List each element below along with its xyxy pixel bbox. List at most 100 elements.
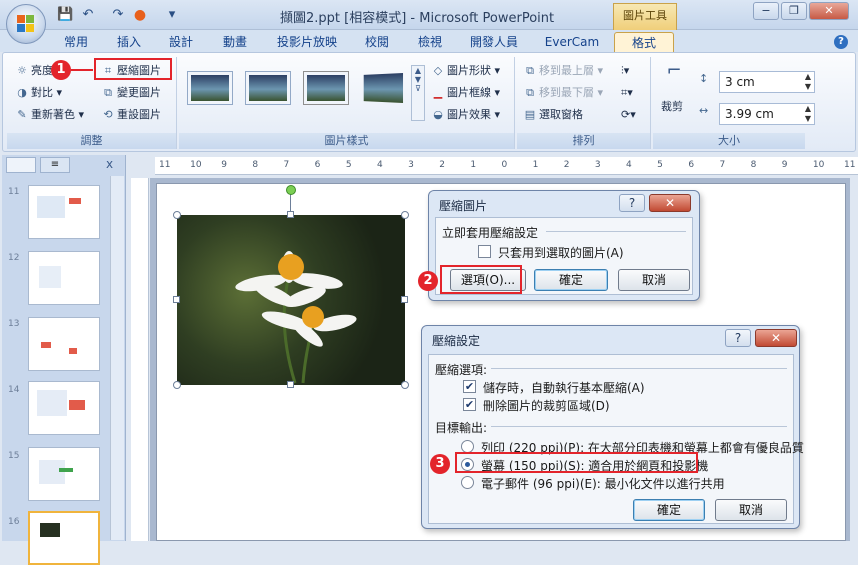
tab-insert[interactable]: 插入 <box>106 32 152 52</box>
slides-tab[interactable] <box>6 157 36 173</box>
tab-view[interactable]: 檢視 <box>408 32 452 52</box>
reset-picture-icon: ⟲ <box>103 108 113 121</box>
save-icon[interactable]: 💾 <box>57 7 73 23</box>
resize-handle[interactable] <box>173 296 180 303</box>
resize-handle[interactable] <box>401 211 409 219</box>
close-dialog-button[interactable]: ✕ <box>649 194 691 212</box>
picture-border-button[interactable]: ▁ 圖片框線 ▾ <box>431 85 500 101</box>
resize-handle[interactable] <box>173 211 181 219</box>
vertical-ruler <box>131 178 149 541</box>
height-input[interactable]: 3 cm ▲ ▼ <box>719 71 815 93</box>
group-arrange-label: 排列 <box>517 133 650 149</box>
contrast-button[interactable]: ◑ 對比 ▾ <box>15 85 62 101</box>
rotate-icon[interactable]: ⟳▾ <box>621 107 636 123</box>
flower-photo[interactable] <box>177 215 405 385</box>
crop-button[interactable]: 裁剪 <box>661 99 683 115</box>
close-dialog-button[interactable]: ✕ <box>755 329 797 347</box>
brightness-icon: ☼ <box>17 64 27 77</box>
minimize-button[interactable]: − <box>753 2 779 20</box>
group-size: ⌐ 裁剪 ↕ 3 cm ▲ ▼ ↔ 3.99 cm ▲ ▼ 大小 <box>653 57 815 149</box>
rotate-handle[interactable] <box>286 185 296 195</box>
record-icon[interactable]: ● <box>132 7 148 23</box>
ruler-tick-label: 6 <box>314 160 321 170</box>
cancel-button[interactable]: 取消 <box>618 269 690 291</box>
slide-thumbnail[interactable] <box>28 381 100 435</box>
selection-pane-button[interactable]: ▤ 選取窗格 <box>523 107 583 123</box>
recolor-button[interactable]: ✎ 重新著色 ▾ <box>15 107 84 123</box>
ruler-tick-label: 6 <box>688 160 695 170</box>
divider <box>546 231 686 232</box>
bring-to-front-button[interactable]: ⧉ 移到最上層 ▾ <box>523 63 603 79</box>
callout-marker-3: 3 <box>430 454 450 474</box>
restore-button[interactable]: ❐ <box>781 2 807 20</box>
group-size-label: 大小 <box>653 133 805 149</box>
slide-thumbnail[interactable] <box>28 447 100 501</box>
tab-animations[interactable]: 動畫 <box>212 32 258 52</box>
slides-pane-scrollbar[interactable] <box>110 176 124 540</box>
customize-qat-icon[interactable]: ▾ <box>164 7 180 23</box>
group-arrange: ⧉ 移到最上層 ▾ ⧉ 移到最下層 ▾ ▤ 選取窗格 ⫶▾ ⌗▾ ⟳▾ 排列 <box>517 57 651 149</box>
resize-handle[interactable] <box>401 381 409 389</box>
window-title: 擷圖2.ppt [相容模式] - Microsoft PowerPoint <box>280 11 555 26</box>
tab-review[interactable]: 校閱 <box>356 32 398 52</box>
tab-design[interactable]: 設計 <box>158 32 204 52</box>
delete-cropped-label: 刪除圖片的裁剪區域(D) <box>483 399 610 413</box>
ruler-tick-label: 11 <box>844 160 856 170</box>
width-spin-icon[interactable]: ▲ ▼ <box>805 104 811 124</box>
tab-developer[interactable]: 開發人員 <box>462 32 526 52</box>
resize-handle[interactable] <box>287 381 294 388</box>
resize-handle[interactable] <box>401 296 408 303</box>
help-icon[interactable]: ? <box>834 35 848 49</box>
style-thumb-3[interactable] <box>303 71 349 105</box>
delete-cropped-checkbox[interactable]: ✔ <box>463 398 476 411</box>
slide-thumbnail[interactable] <box>28 251 100 305</box>
help-button[interactable]: ? <box>725 329 751 347</box>
change-picture-button[interactable]: ⧉ 變更圖片 <box>101 85 161 101</box>
target-output-label: 目標輸出: <box>435 421 488 435</box>
cancel-button[interactable]: 取消 <box>715 499 787 521</box>
only-selected-label: 只套用到選取的圖片(A) <box>498 246 624 260</box>
outline-tab[interactable]: ≡ <box>40 157 70 173</box>
tab-slideshow[interactable]: 投影片放映 <box>264 32 350 52</box>
slide-thumbnail[interactable] <box>28 185 100 239</box>
auto-compress-checkbox[interactable]: ✔ <box>463 380 476 393</box>
crop-icon: ⌐ <box>666 60 682 81</box>
ruler-tick-label: 7 <box>283 160 290 170</box>
gallery-more-button[interactable]: ▲ ▼ ⊽ <box>411 65 425 121</box>
picture-effects-button[interactable]: ◒ 圖片效果 ▾ <box>431 107 500 123</box>
auto-compress-label: 儲存時，自動執行基本壓縮(A) <box>483 381 645 395</box>
resize-handle[interactable] <box>173 381 181 389</box>
align-icon[interactable]: ⫶▾ <box>621 63 629 79</box>
highlight-options-button <box>440 265 522 294</box>
slide-number: 14 <box>8 385 20 395</box>
tab-evercam[interactable]: EverCam <box>536 32 608 52</box>
ok-button[interactable]: 確定 <box>633 499 705 521</box>
close-pane-icon[interactable]: x <box>106 157 113 171</box>
close-window-button[interactable]: ✕ <box>809 2 849 20</box>
picture-shape-button[interactable]: ◇ 圖片形狀 ▾ <box>431 63 500 79</box>
tab-home[interactable]: 常用 <box>52 32 100 52</box>
resize-handle[interactable] <box>287 211 294 218</box>
style-thumb-2[interactable] <box>245 71 291 105</box>
ruler-tick-label: 5 <box>657 160 663 170</box>
redo-icon[interactable]: ↷ <box>110 7 126 23</box>
style-thumb-1[interactable] <box>187 71 233 105</box>
slide-thumbnail[interactable] <box>28 317 100 371</box>
ruler-tick-label: 3 <box>408 160 414 170</box>
width-input[interactable]: 3.99 cm ▲ ▼ <box>719 103 815 125</box>
group-objects-icon[interactable]: ⌗▾ <box>621 85 633 101</box>
reset-picture-button[interactable]: ⟲ 重設圖片 <box>101 107 161 123</box>
brightness-button[interactable]: ☼ 亮度 <box>15 63 53 79</box>
office-button[interactable] <box>6 4 46 44</box>
only-selected-checkbox[interactable] <box>478 245 491 258</box>
ok-button[interactable]: 確定 <box>534 269 608 291</box>
send-to-back-button[interactable]: ⧉ 移到最下層 ▾ <box>523 85 603 101</box>
height-spin-icon[interactable]: ▲ ▼ <box>805 72 811 92</box>
undo-icon[interactable]: ↶ <box>80 7 96 23</box>
help-button[interactable]: ? <box>619 194 645 212</box>
style-thumb-4[interactable] <box>359 71 405 105</box>
email-radio[interactable] <box>461 476 474 489</box>
slide-number: 11 <box>8 187 20 197</box>
tab-format[interactable]: 格式 <box>614 32 674 52</box>
slide-thumbnail-selected[interactable] <box>28 511 100 565</box>
